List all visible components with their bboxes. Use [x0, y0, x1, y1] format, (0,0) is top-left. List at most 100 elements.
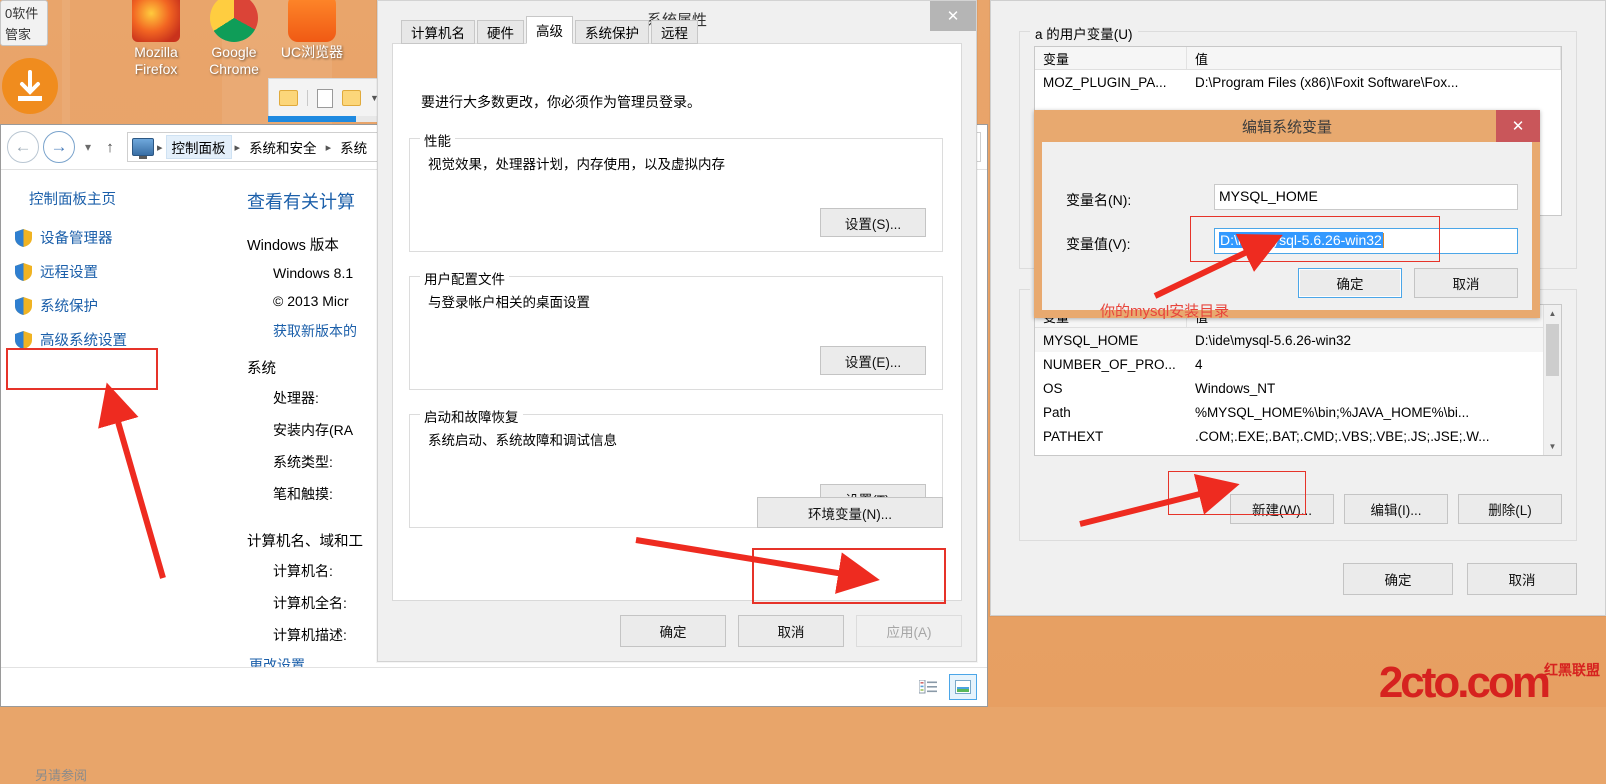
variable-value: D:\ide\mysql-5.6.26-win32	[1195, 332, 1352, 348]
variable-name: MYSQL_HOME	[1043, 332, 1139, 348]
sidebar-item-label: 远程设置	[40, 265, 98, 281]
tile-line-1: 0软件	[5, 6, 39, 21]
shield-icon	[15, 228, 32, 247]
tab-remote[interactable]: 远程	[651, 20, 698, 44]
table-row[interactable]: NUMBER_OF_PRO... 4	[1035, 352, 1561, 376]
variable-name-input[interactable]: MYSQL_HOME	[1214, 184, 1518, 210]
table-row[interactable]: MYSQL_HOME D:\ide\mysql-5.6.26-win32	[1035, 328, 1561, 352]
see-also-label: 另请参阅	[35, 768, 88, 783]
cancel-button[interactable]: 取消	[738, 615, 844, 647]
system-variables-list[interactable]: 变量 值 MYSQL_HOME D:\ide\mysql-5.6.26-win3…	[1034, 304, 1562, 456]
close-icon[interactable]: ✕	[1496, 110, 1540, 142]
performance-description: 视觉效果，处理器计划，内存使用，以及虚拟内存	[428, 157, 725, 172]
new-variable-button[interactable]: 新建(W)...	[1230, 494, 1334, 524]
system-variables-scrollbar[interactable]: ▲ ▼	[1543, 305, 1561, 455]
scrollbar-thumb[interactable]	[1546, 324, 1559, 376]
system-variables-group: 系统变量(S) 变量 值 MYSQL_HOME D:\ide\mysql-5.6…	[1019, 281, 1577, 541]
variable-name: PATHEXT	[1043, 428, 1104, 444]
shield-icon	[15, 296, 32, 315]
sidebar-item-label: 高级系统设置	[40, 333, 127, 349]
sidebar-item-label: 系统保护	[40, 299, 98, 315]
delete-variable-button[interactable]: 删除(L)	[1458, 494, 1562, 524]
back-button[interactable]: ←	[7, 131, 39, 163]
system-variables-buttons: 新建(W)... 编辑(I)... 删除(L)	[1230, 494, 1562, 524]
user-variables-header: 变量 值	[1035, 47, 1561, 70]
tab-computer-name[interactable]: 计算机名	[401, 20, 475, 44]
tab-system-protection[interactable]: 系统保护	[575, 20, 649, 44]
edit-dialog-titlebar[interactable]: 编辑系统变量 ✕	[1034, 110, 1540, 142]
sidebar-item-home[interactable]: 控制面板主页	[29, 188, 229, 209]
large-icons-view-button[interactable]	[949, 674, 977, 700]
desktop-icon-uc[interactable]: UC浏览器	[264, 0, 360, 61]
table-row[interactable]: PATHEXT .COM;.EXE;.BAT;.CMD;.VBS;.VBE;.J…	[1035, 424, 1561, 448]
cancel-button[interactable]: 取消	[1467, 563, 1577, 595]
cancel-button[interactable]: 取消	[1414, 268, 1518, 298]
chrome-label-2: Chrome	[209, 61, 259, 77]
edit-variable-button[interactable]: 编辑(I)...	[1344, 494, 1448, 524]
user-profiles-group: 用户配置文件 与登录帐户相关的桌面设置 设置(E)...	[409, 268, 943, 390]
table-row[interactable]: MOZ_PLUGIN_PA... D:\Program Files (x86)\…	[1035, 70, 1561, 94]
download-icon	[18, 70, 42, 101]
breadcrumb-item-0[interactable]: 控制面板	[165, 135, 232, 159]
user-profiles-description: 与登录帐户相关的桌面设置	[428, 295, 590, 310]
column-header-variable[interactable]: 变量	[1035, 47, 1187, 69]
edit-dialog-body: 变量名(N): MYSQL_HOME 变量值(V): D:\ide\mysql-…	[1042, 142, 1532, 310]
sidebar-item-device-manager[interactable]: 设备管理器	[15, 227, 229, 248]
watermark-cn: 红黑联盟	[1544, 662, 1600, 678]
desktop-icon-download[interactable]	[2, 58, 58, 114]
environment-variables-footer: 确定 取消	[1343, 563, 1577, 595]
scroll-down-icon[interactable]: ▼	[1544, 438, 1561, 455]
performance-settings-button[interactable]: 设置(S)...	[820, 208, 926, 237]
details-view-button[interactable]	[915, 675, 941, 699]
breadcrumb-separator[interactable]: ▸	[235, 141, 241, 154]
desktop-icon-360-tile[interactable]: 0软件 管家	[0, 0, 48, 46]
breadcrumb-item-1[interactable]: 系统和安全	[243, 135, 323, 159]
variable-value: .COM;.EXE;.BAT;.CMD;.VBS;.VBE;.JS;.JSE;.…	[1195, 428, 1490, 444]
variable-value: %MYSQL_HOME%\bin;%JAVA_HOME%\bi...	[1195, 404, 1470, 420]
control-panel-sidebar: 控制面板主页 设备管理器 远程设置 系统保护 高级系统设置	[1, 170, 229, 707]
variable-value: Windows_NT	[1195, 380, 1276, 396]
variable-name: Path	[1043, 404, 1071, 420]
startup-recovery-description: 系统启动、系统故障和调试信息	[428, 433, 617, 448]
sidebar-item-label: 设备管理器	[40, 231, 113, 247]
sidebar-item-remote-settings[interactable]: 远程设置	[15, 261, 229, 282]
ok-button[interactable]: 确定	[620, 615, 726, 647]
chrome-icon	[210, 0, 258, 42]
ok-button[interactable]: 确定	[1343, 563, 1453, 595]
table-row[interactable]: Path %MYSQL_HOME%\bin;%JAVA_HOME%\bi...	[1035, 400, 1561, 424]
variable-name: NUMBER_OF_PRO...	[1043, 356, 1176, 372]
breadcrumb-separator[interactable]: ▸	[157, 141, 163, 154]
scroll-up-icon[interactable]: ▲	[1544, 305, 1561, 322]
sidebar-item-advanced-system-settings[interactable]: 高级系统设置	[15, 329, 229, 350]
tab-advanced[interactable]: 高级	[526, 16, 573, 44]
sidebar-item-system-protection[interactable]: 系统保护	[15, 295, 229, 316]
system-properties-tabs[interactable]: 计算机名 硬件 高级 系统保护 远程	[401, 16, 700, 44]
table-row[interactable]: OS Windows_NT	[1035, 376, 1561, 400]
edit-system-variable-dialog[interactable]: 编辑系统变量 ✕ 变量名(N): MYSQL_HOME 变量值(V): D:\i…	[1034, 110, 1540, 318]
environment-variables-button[interactable]: 环境变量(N)...	[757, 497, 943, 528]
breadcrumb-item-2[interactable]: 系统	[334, 135, 373, 159]
divider	[307, 90, 308, 106]
system-properties-dialog[interactable]: 系统属性 ✕ 计算机名 硬件 高级 系统保护 远程 要进行大多数更改，你必须作为…	[377, 0, 977, 662]
watermark-suffix: .com	[1457, 658, 1551, 707]
watermark: 2cto.com红黑联盟	[1379, 661, 1600, 705]
variable-name-label: 变量名(N):	[1066, 192, 1132, 208]
shield-icon	[15, 262, 32, 281]
ok-button[interactable]: 确定	[1298, 268, 1402, 298]
new-document-icon[interactable]	[317, 88, 333, 108]
column-header-value[interactable]: 值	[1187, 47, 1561, 69]
tile-line-2: 管家	[5, 27, 32, 42]
folder-open-icon[interactable]	[342, 90, 361, 106]
user-profiles-settings-button[interactable]: 设置(E)...	[820, 346, 926, 375]
close-icon[interactable]: ✕	[930, 1, 976, 31]
folder-icon[interactable]	[279, 90, 298, 106]
recent-locations-button[interactable]: ▾	[79, 140, 97, 154]
variable-value-label: 变量值(V):	[1066, 236, 1131, 252]
breadcrumb-separator[interactable]: ▸	[326, 141, 332, 154]
variable-value-input[interactable]: D:\ide\mysql-5.6.26-win32	[1214, 228, 1518, 254]
up-button[interactable]: ↑	[101, 139, 119, 156]
tab-hardware[interactable]: 硬件	[477, 20, 524, 44]
firefox-icon	[132, 0, 180, 42]
toolbar-progress-track	[268, 116, 388, 122]
forward-button[interactable]: →	[43, 131, 75, 163]
